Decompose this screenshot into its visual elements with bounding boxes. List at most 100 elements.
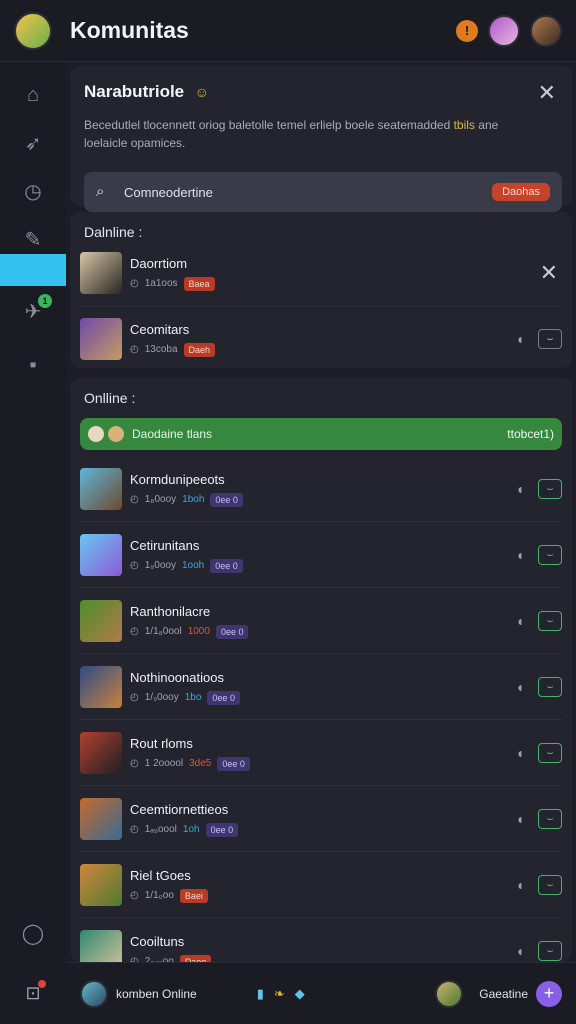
list-item[interactable]: Ceemtiornettieos ◴ 1ₐ₉oool 1oh 0ee 0 ◖ ⌣ xyxy=(80,788,562,850)
notification-badge xyxy=(38,980,46,988)
row-meta: ◴ 1₉0ooy 1ooh 0ee 0 xyxy=(130,558,243,573)
avatar xyxy=(80,534,122,576)
clock-icon: ◴ xyxy=(130,758,139,769)
row-color-tag: 1boh xyxy=(182,494,205,505)
row-color-tag: 1bo xyxy=(184,692,202,703)
row-name: Ceemtiornettieos xyxy=(130,801,229,817)
divider xyxy=(80,719,562,720)
row-info: Ceomitars ◴ 13coba Daeh xyxy=(130,321,216,357)
row-name: Ceomitars xyxy=(130,321,190,337)
chat-box-icon[interactable]: ⌣ xyxy=(538,941,562,961)
row-name: Daorrtiom xyxy=(130,255,188,271)
row-color-tag: 3de5 xyxy=(189,758,212,769)
avatar xyxy=(80,732,122,774)
list-item[interactable]: Rout rloms ◴ 1 2ooool 3de5 0ee 0 ◖ ⌣ xyxy=(80,722,562,784)
leaf-icon[interactable]: ✎ xyxy=(0,222,66,256)
row-info: Nothinoonatioos ◴ 1/₉0ooy 1bo 0ee 0 xyxy=(130,670,240,705)
row-info: Riel tGoes ◴ 1/1₀oo Baei xyxy=(130,868,208,903)
rocket-icon[interactable]: ➶ xyxy=(0,126,66,160)
search-bar[interactable]: ⌕ Comneodertine Daohas xyxy=(84,172,562,212)
chat-box-icon[interactable]: ⌣ xyxy=(538,611,562,631)
row-tag: 0ee 0 xyxy=(205,822,239,837)
divider xyxy=(80,917,562,918)
friend-avatar-2[interactable] xyxy=(530,14,562,47)
clock-icon: ◴ xyxy=(130,824,139,835)
home-icon[interactable]: ⌂ xyxy=(0,78,66,112)
list-item[interactable]: Nothinoonatioos ◴ 1/₉0ooy 1bo 0ee 0 ◖ ⌣ xyxy=(80,656,562,718)
row-meta-text: 13coba xyxy=(144,344,178,355)
chat-box-icon[interactable]: ⌣ xyxy=(538,743,562,763)
row-name: Cetirunitans xyxy=(130,537,200,553)
chat-box-icon[interactable]: ⌣ xyxy=(538,677,562,697)
game-icon[interactable]: ✈ xyxy=(0,294,66,328)
row-meta-text: 1/1₀oo xyxy=(144,890,174,901)
list-item[interactable]: Riel tGoes ◴ 1/1₀oo Baei ◖ ⌣ xyxy=(80,854,562,916)
clock-icon: ◴ xyxy=(130,626,139,637)
row-actions: ◖ ⌣ xyxy=(516,329,562,349)
active-tab-indicator[interactable] xyxy=(0,254,66,286)
top-header: Komunitas ! xyxy=(0,0,576,62)
row-meta-text: 1/₉0ooy xyxy=(144,692,179,703)
row-meta: ◴ 13coba Daeh xyxy=(130,342,216,357)
avatar[interactable] xyxy=(80,979,108,1008)
description-text: Becedutlel tlocennett oriog baletolle te… xyxy=(84,118,451,132)
list-item[interactable]: Ceomitars ◴ 13coba Daeh ◖ ⌣ xyxy=(80,308,562,370)
row-color-tag: 1oh xyxy=(182,824,200,835)
chat-box-icon[interactable]: ⌣ xyxy=(538,875,562,895)
phone-icon[interactable]: ▮ xyxy=(257,986,264,1002)
row-tag: 0ee 0 xyxy=(217,756,250,771)
row-color-tag: 1ooh xyxy=(181,560,205,571)
chat-box-icon[interactable]: ⌣ xyxy=(538,479,562,499)
avatar xyxy=(80,468,122,510)
chat-box-icon[interactable]: ⌣ xyxy=(538,329,562,349)
close-icon[interactable]: ✕ xyxy=(538,80,556,106)
diamond-icon[interactable]: ◆ xyxy=(295,986,305,1002)
row-tag: 0ee 0 xyxy=(207,690,240,705)
avatar[interactable] xyxy=(435,979,464,1008)
row-actions: ◖ ⌣ xyxy=(516,611,562,631)
divider xyxy=(80,851,562,852)
user-avatar[interactable] xyxy=(14,11,52,50)
chat-box-icon[interactable]: ⌣ xyxy=(538,809,562,829)
add-button[interactable]: + xyxy=(536,980,562,1007)
bottom-left-icon[interactable]: ⊡ xyxy=(0,962,66,1024)
row-name: Nothinoonatioos xyxy=(130,669,224,685)
row-actions: ◖ ⌣ xyxy=(516,743,562,763)
row-meta: ◴ 1/1₈0ool 1000 0ee 0 xyxy=(130,624,249,639)
clock-icon: ◴ xyxy=(130,344,139,355)
list-item[interactable]: Daorrtiom ◴ 1a1oos Baea ✕ xyxy=(80,242,562,304)
row-info: Ranthonilacre ◴ 1/1₈0ool 1000 0ee 0 xyxy=(130,604,249,639)
status-banner[interactable]: Daodaine tlans ttobcet1) xyxy=(80,418,562,450)
row-meta: ◴ 1ₐ₉oool 1oh 0ee 0 xyxy=(130,822,239,837)
chat-box-icon[interactable]: ⌣ xyxy=(538,545,562,565)
row-actions: ◖ ⌣ xyxy=(516,479,562,499)
list-item[interactable]: Ranthonilacre ◴ 1/1₈0ool 1000 0ee 0 ◖ ⌣ xyxy=(80,590,562,652)
close-icon[interactable]: ✕ xyxy=(540,260,558,286)
signal-icon: ◖ xyxy=(515,811,524,827)
row-meta-text: 1₈0ooy xyxy=(144,494,177,505)
signal-icon: ◖ xyxy=(515,331,524,347)
avatar xyxy=(80,798,122,840)
notification-icon[interactable]: ! xyxy=(456,19,478,42)
search-icon: ⌕ xyxy=(96,183,105,200)
search-input[interactable]: Comneodertine xyxy=(124,185,213,200)
search-tag[interactable]: Daohas xyxy=(492,183,550,201)
row-tag: 0ee 0 xyxy=(210,558,243,573)
list-item[interactable]: Kormdunipeeots ◴ 1₈0ooy 1boh 0ee 0 ◖ ⌣ xyxy=(80,458,562,520)
row-color-tag: 1000 xyxy=(187,626,210,637)
library-icon[interactable]: ▪ xyxy=(0,348,66,382)
panel-title-row: Narabutriole ☺ xyxy=(84,82,558,102)
bottom-bar: komben Online ▮ ❧ ◆ Gaeatine + xyxy=(66,962,576,1024)
row-actions: ◖ ⌣ xyxy=(516,941,562,961)
list-item[interactable]: Cetirunitans ◴ 1₉0ooy 1ooh 0ee 0 ◖ ⌣ xyxy=(80,524,562,586)
avatar xyxy=(80,318,122,360)
row-meta-text: 1/1₈0ool xyxy=(144,626,182,637)
bird-icon[interactable]: ❧ xyxy=(274,986,285,1002)
chat-icon[interactable]: ◯ xyxy=(0,916,66,950)
row-tag: Baei xyxy=(179,888,208,903)
row-tag: Baea xyxy=(183,276,215,291)
timer-icon[interactable]: ◷ xyxy=(0,174,66,208)
row-info: Daorrtiom ◴ 1a1oos Baea xyxy=(130,256,215,291)
friend-avatar-1[interactable] xyxy=(488,14,520,47)
row-name: Rout rloms xyxy=(130,735,193,751)
